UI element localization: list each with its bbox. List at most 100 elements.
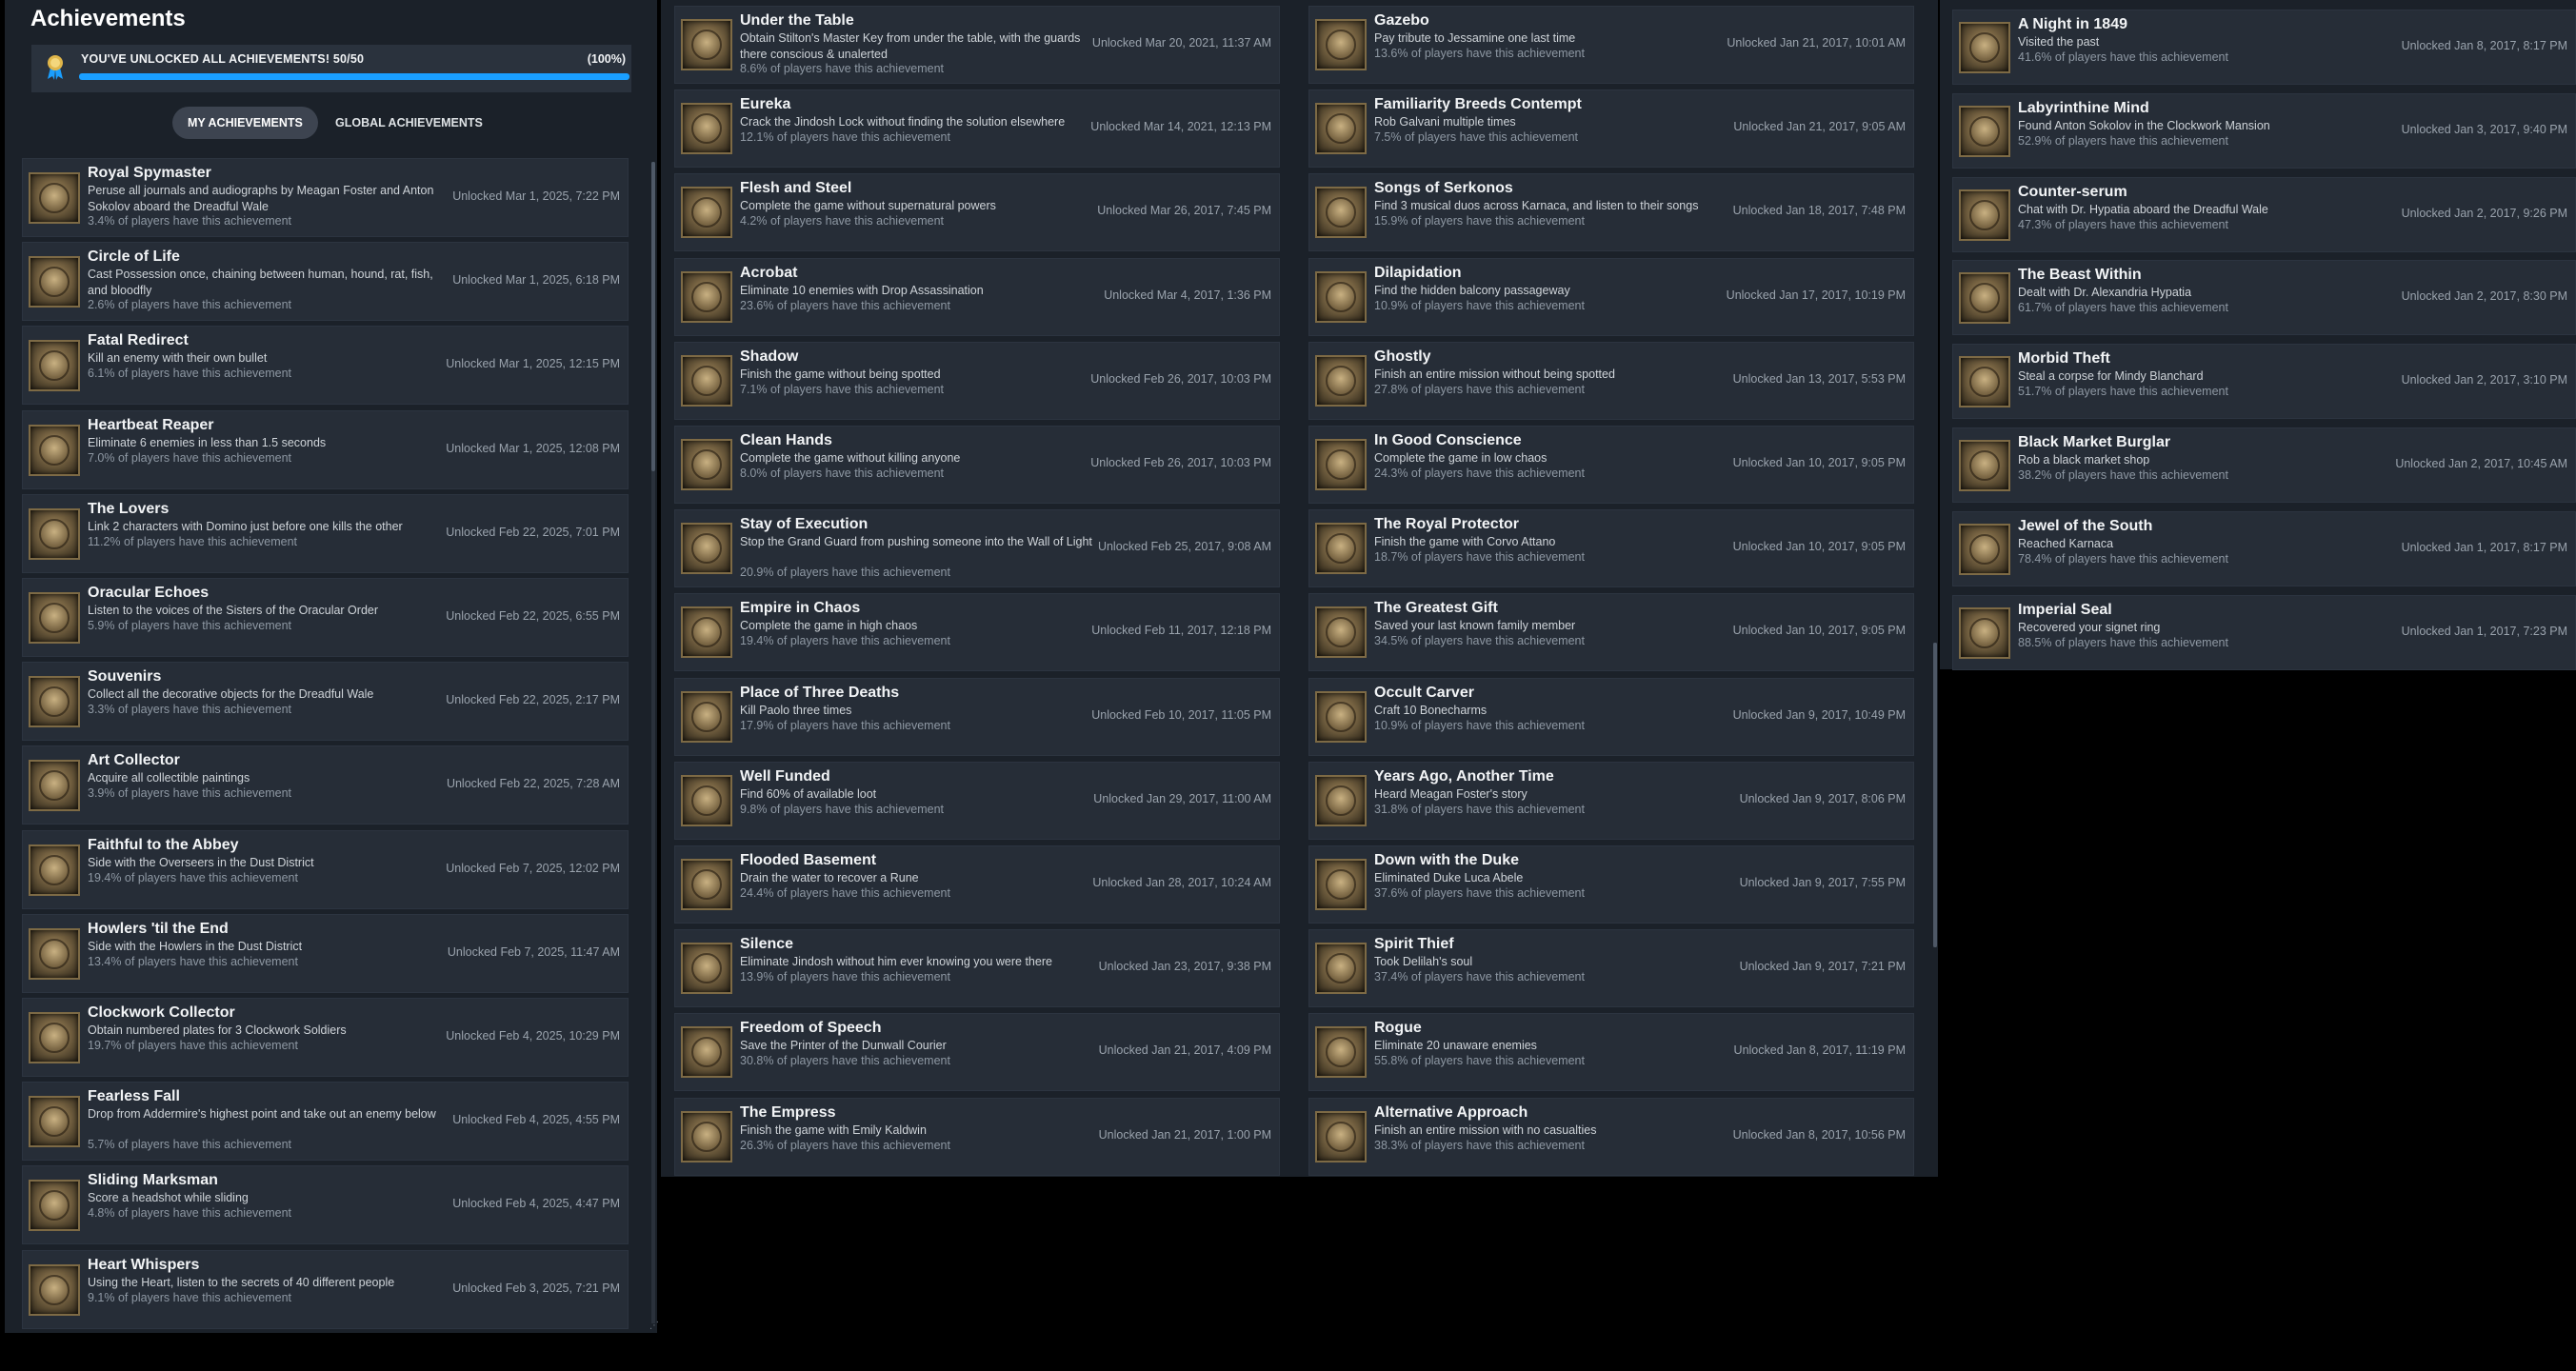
achievement-description: Obtain numbered plates for 3 Clockwork S… bbox=[88, 1023, 347, 1037]
achievement-description: Finish an entire mission with no casualt… bbox=[1374, 1123, 1597, 1137]
achievement-row[interactable]: Oracular Echoes Listen to the voices of t… bbox=[22, 578, 629, 657]
tab-my-achievements[interactable]: MY ACHIEVEMENTS bbox=[172, 107, 318, 139]
achievement-global-percent: 17.9% of players have this achievement bbox=[740, 719, 950, 732]
achievement-row[interactable]: Silence Eliminate Jindosh without him eve… bbox=[674, 929, 1280, 1007]
achievement-row[interactable]: Empire in Chaos Complete the game in high… bbox=[674, 593, 1280, 671]
achievement-row[interactable]: Clockwork Collector Obtain numbered plate… bbox=[22, 998, 629, 1077]
rogue-achievement-icon bbox=[1315, 1026, 1367, 1078]
achievement-row[interactable]: The Empress Finish the game with Emily Ka… bbox=[674, 1098, 1280, 1176]
achievement-row[interactable]: Years Ago, Another Time Heard Meagan Fost… bbox=[1308, 762, 1914, 840]
achievement-row[interactable]: Rogue Eliminate 20 unaware enemies 55.8% o… bbox=[1308, 1013, 1914, 1091]
achievement-unlock-date: Unlocked Jan 8, 2017, 8:17 PM bbox=[2401, 38, 2567, 52]
achievement-description: Cast Possession once, chaining between h… bbox=[88, 268, 433, 297]
the-beast-within-achievement-icon bbox=[1959, 271, 2010, 324]
achievement-row[interactable]: Dilapidation Find the hidden balcony pass… bbox=[1308, 258, 1914, 336]
achievement-title: Place of Three Deaths bbox=[740, 685, 900, 701]
achievement-title: Fatal Redirect bbox=[88, 332, 189, 348]
jewel-of-the-south-achievement-icon bbox=[1959, 523, 2010, 575]
scrollbar[interactable] bbox=[651, 162, 655, 1323]
achievement-description: Found Anton Sokolov in the Clockwork Man… bbox=[2018, 119, 2270, 132]
achievement-row[interactable]: Spirit Thief Took Delilah's soul 37.4% of … bbox=[1308, 929, 1914, 1007]
achievement-unlock-date: Unlocked Jan 2, 2017, 3:10 PM bbox=[2401, 372, 2567, 387]
achievement-row[interactable]: Eureka Crack the Jindosh Lock without fin… bbox=[674, 89, 1280, 168]
achievement-unlock-date: Unlocked Jan 10, 2017, 9:05 PM bbox=[1732, 624, 1906, 637]
scrollbar-thumb[interactable] bbox=[651, 162, 655, 471]
achievement-row[interactable]: Sliding Marksman Score a headshot while s… bbox=[22, 1165, 629, 1244]
achievement-global-percent: 18.7% of players have this achievement bbox=[1374, 550, 1585, 564]
achievement-row[interactable]: Faithful to the Abbey Side with the Overs… bbox=[22, 830, 629, 909]
achievement-row[interactable]: Counter-serum Chat with Dr. Hypatia aboar… bbox=[1952, 177, 2576, 252]
achievement-row[interactable]: Occult Carver Craft 10 Bonecharms 10.9% of… bbox=[1308, 678, 1914, 756]
achievement-row[interactable]: Royal Spymaster Peruse all journals and a… bbox=[22, 158, 629, 237]
resize-handle[interactable]: ⋰ bbox=[649, 1321, 659, 1331]
achievement-row[interactable]: Stay of Execution Stop the Grand Guard fr… bbox=[674, 509, 1280, 587]
achievement-row[interactable]: Well Funded Find 60% of available loot 9.8… bbox=[674, 762, 1280, 840]
achievement-row[interactable]: Down with the Duke Eliminated Duke Luca A… bbox=[1308, 845, 1914, 924]
achievement-global-percent: 6.1% of players have this achievement bbox=[88, 367, 292, 380]
achievement-row[interactable]: Morbid Theft Steal a corpse for Mindy Bla… bbox=[1952, 344, 2576, 419]
achievement-global-percent: 24.3% of players have this achievement bbox=[1374, 467, 1585, 480]
achievement-global-percent: 3.3% of players have this achievement bbox=[88, 703, 292, 716]
the-greatest-gift-achievement-icon bbox=[1315, 606, 1367, 658]
achievement-row[interactable]: The Lovers Link 2 characters with Domino … bbox=[22, 494, 629, 573]
achievement-unlock-date: Unlocked Jan 1, 2017, 7:23 PM bbox=[2401, 624, 2567, 638]
achievement-row[interactable]: Clean Hands Complete the game without kil… bbox=[674, 426, 1280, 504]
achievement-global-percent: 52.9% of players have this achievement bbox=[2018, 134, 2228, 148]
achievement-row[interactable]: Ghostly Finish an entire mission without … bbox=[1308, 342, 1914, 420]
achievement-unlock-date: Unlocked Jan 17, 2017, 10:19 PM bbox=[1726, 288, 1906, 302]
achievement-description: Acquire all collectible paintings bbox=[88, 771, 250, 785]
achievement-global-percent: 3.4% of players have this achievement bbox=[88, 214, 292, 228]
page-title: Achievements bbox=[30, 6, 186, 31]
achievement-description: Save the Printer of the Dunwall Courier bbox=[740, 1039, 947, 1052]
tab-global-achievements[interactable]: GLOBAL ACHIEVEMENTS bbox=[320, 107, 498, 139]
eureka-achievement-icon bbox=[681, 103, 732, 154]
achievement-row[interactable]: Imperial Seal Recovered your signet ring 8… bbox=[1952, 595, 2576, 670]
flesh-and-steel-achievement-icon bbox=[681, 187, 732, 238]
empire-in-chaos-achievement-icon bbox=[681, 606, 732, 658]
achievement-row[interactable]: A Night in 1849 Visited the past 41.6% of … bbox=[1952, 10, 2576, 85]
achievement-row[interactable]: Flooded Basement Drain the water to recov… bbox=[674, 845, 1280, 924]
achievement-row[interactable]: Heartbeat Reaper Eliminate 6 enemies in l… bbox=[22, 410, 629, 489]
achievement-row[interactable]: Circle of Life Cast Possession once, chai… bbox=[22, 242, 629, 321]
achievement-row[interactable]: Souvenirs Collect all the decorative obje… bbox=[22, 662, 629, 741]
achievement-row[interactable]: Jewel of the South Reached Karnaca 78.4% o… bbox=[1952, 511, 2576, 586]
achievement-row[interactable]: Fatal Redirect Kill an enemy with their o… bbox=[22, 326, 629, 405]
achievement-row[interactable]: Fearless Fall Drop from Addermire's highe… bbox=[22, 1082, 629, 1161]
achievement-unlock-date: Unlocked Jan 21, 2017, 9:05 AM bbox=[1733, 120, 1906, 133]
achievement-row[interactable]: Howlers 'til the End Side with the Howler… bbox=[22, 914, 629, 993]
achievement-row[interactable]: Freedom of Speech Save the Printer of the… bbox=[674, 1013, 1280, 1091]
achievement-row[interactable]: Black Market Burglar Rob a black market s… bbox=[1952, 427, 2576, 503]
achievement-description: Side with the Overseers in the Dust Dist… bbox=[88, 856, 314, 869]
achievement-row[interactable]: Alternative Approach Finish an entire mis… bbox=[1308, 1098, 1914, 1176]
achievement-row[interactable]: Shadow Finish the game without being spot… bbox=[674, 342, 1280, 420]
achievement-title: Gazebo bbox=[1374, 12, 1429, 29]
achievement-row[interactable]: Labyrinthine Mind Found Anton Sokolov in … bbox=[1952, 93, 2576, 169]
achievement-row[interactable]: Heart Whispers Using the Heart, listen to… bbox=[22, 1250, 629, 1329]
achievement-row[interactable]: Gazebo Pay tribute to Jessamine one last … bbox=[1308, 6, 1914, 84]
achievement-description: Eliminate 10 enemies with Drop Assassina… bbox=[740, 284, 984, 297]
achievement-row[interactable]: Songs of Serkonos Find 3 musical duos acr… bbox=[1308, 173, 1914, 251]
achievement-unlock-date: Unlocked Mar 1, 2025, 7:22 PM bbox=[452, 189, 620, 203]
achievement-row[interactable]: The Royal Protector Finish the game with … bbox=[1308, 509, 1914, 587]
achievement-row[interactable]: Familiarity Breeds Contempt Rob Galvani m… bbox=[1308, 89, 1914, 168]
achievement-row[interactable]: Under the Table Obtain Stilton's Master K… bbox=[674, 6, 1280, 84]
scrollbar-thumb[interactable] bbox=[1933, 643, 1937, 947]
shadow-achievement-icon bbox=[681, 355, 732, 407]
achievement-title: The Royal Protector bbox=[1374, 516, 1520, 532]
achievement-row[interactable]: Place of Three Deaths Kill Paolo three ti… bbox=[674, 678, 1280, 756]
achievement-row[interactable]: Art Collector Acquire all collectible pai… bbox=[22, 745, 629, 825]
counter-serum-achievement-icon bbox=[1959, 189, 2010, 241]
achievement-row[interactable]: Acrobat Eliminate 10 enemies with Drop As… bbox=[674, 258, 1280, 336]
the-royal-protector-achievement-icon bbox=[1315, 523, 1367, 574]
achievement-row[interactable]: The Beast Within Dealt with Dr. Alexandri… bbox=[1952, 260, 2576, 335]
achievement-row[interactable]: In Good Conscience Complete the game in l… bbox=[1308, 426, 1914, 504]
achievement-global-percent: 19.7% of players have this achievement bbox=[88, 1039, 298, 1052]
achievement-row[interactable]: Flesh and Steel Complete the game without… bbox=[674, 173, 1280, 251]
scrollbar[interactable] bbox=[1933, 643, 1937, 947]
achievement-row[interactable]: The Greatest Gift Saved your last known f… bbox=[1308, 593, 1914, 671]
achievement-unlock-date: Unlocked Jan 2, 2017, 9:26 PM bbox=[2401, 206, 2567, 220]
achievement-unlock-date: Unlocked Mar 1, 2025, 12:15 PM bbox=[446, 356, 620, 370]
achievement-unlock-date: Unlocked Feb 7, 2025, 11:47 AM bbox=[447, 944, 620, 959]
flooded-basement-achievement-icon bbox=[681, 859, 732, 910]
achievement-global-percent: 31.8% of players have this achievement bbox=[1374, 803, 1585, 816]
